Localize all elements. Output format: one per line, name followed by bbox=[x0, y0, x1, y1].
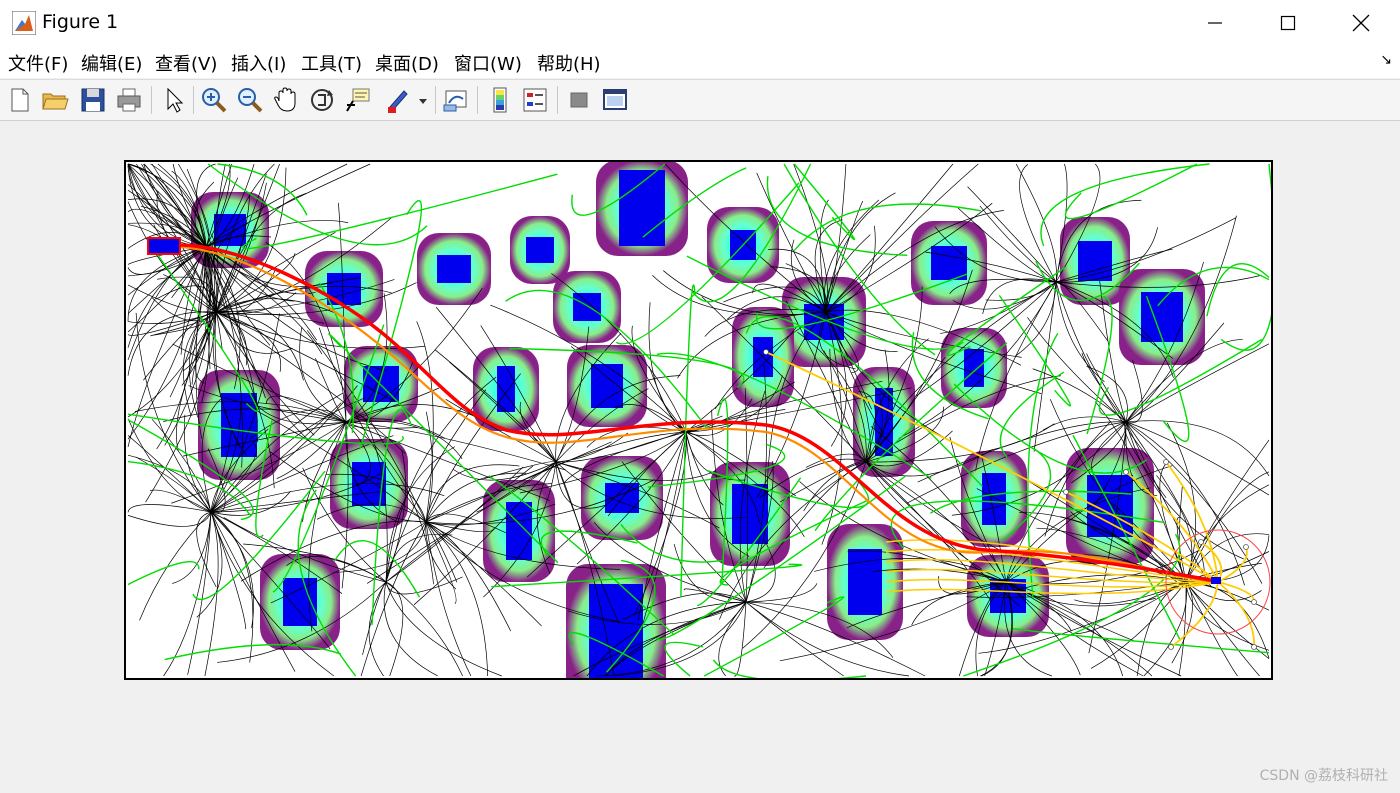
candidate-endpoint bbox=[1063, 489, 1069, 495]
tree-branch bbox=[368, 581, 387, 677]
menu-insert[interactable]: 插入(I) bbox=[231, 50, 286, 76]
colorbar-icon[interactable] bbox=[485, 85, 515, 115]
figure-axes[interactable] bbox=[124, 160, 1273, 680]
minimize-icon bbox=[1208, 22, 1222, 24]
tree-branch bbox=[127, 511, 212, 527]
new-figure-icon[interactable] bbox=[5, 85, 35, 115]
obstacle-core bbox=[848, 549, 882, 615]
tree-branch bbox=[139, 511, 212, 621]
edit-plot-arrow-icon[interactable] bbox=[159, 85, 189, 115]
candidate-endpoint bbox=[763, 349, 769, 355]
sampled-path bbox=[998, 294, 1071, 407]
title-bar: Figure 1 bbox=[0, 0, 1400, 46]
obstacle-core bbox=[526, 237, 554, 263]
tree-branch bbox=[1178, 581, 1187, 677]
candidate-endpoint bbox=[1243, 544, 1249, 550]
path-planning-plot bbox=[127, 162, 1271, 678]
candidate-endpoint bbox=[1168, 644, 1174, 650]
menu-tools[interactable]: 工具(T) bbox=[301, 50, 362, 76]
hide-plot-tools-icon[interactable] bbox=[564, 85, 594, 115]
menu-file[interactable]: 文件(F) bbox=[8, 50, 68, 76]
brush-dropdown-icon[interactable] bbox=[415, 85, 431, 115]
tree-branch bbox=[1185, 581, 1260, 677]
sampled-path bbox=[664, 641, 704, 677]
close-icon bbox=[1352, 14, 1370, 32]
obstacle-core bbox=[982, 473, 1006, 525]
print-icon[interactable] bbox=[114, 85, 144, 115]
matlab-logo-icon bbox=[12, 11, 36, 35]
menu-window[interactable]: 窗口(W) bbox=[454, 50, 522, 76]
maximize-icon bbox=[1280, 15, 1296, 31]
candidate-endpoint bbox=[1163, 459, 1169, 465]
open-file-icon[interactable] bbox=[40, 85, 70, 115]
tree-branch bbox=[718, 601, 747, 677]
obstacle-core bbox=[931, 246, 967, 280]
menu-bar: 文件(F) 编辑(E) 查看(V) 插入(I) 工具(T) 桌面(D) 窗口(W… bbox=[0, 46, 1400, 78]
minimize-button[interactable] bbox=[1180, 0, 1250, 46]
zoom-out-icon[interactable] bbox=[235, 85, 265, 115]
candidate-endpoint bbox=[1251, 599, 1257, 605]
menu-desktop[interactable]: 桌面(D) bbox=[375, 50, 439, 76]
legend-icon[interactable] bbox=[520, 85, 550, 115]
watermark: CSDN @荔枝科研社 bbox=[1259, 768, 1388, 784]
candidate-endpoint bbox=[1251, 644, 1257, 650]
menu-view[interactable]: 查看(V) bbox=[155, 50, 217, 76]
zoom-in-icon[interactable] bbox=[199, 85, 229, 115]
obstacle-core bbox=[619, 170, 665, 246]
menu-help[interactable]: 帮助(H) bbox=[537, 50, 601, 76]
data-cursor-icon[interactable] bbox=[343, 85, 373, 115]
link-plot-icon[interactable] bbox=[441, 85, 471, 115]
obstacle-core bbox=[283, 578, 317, 626]
tree-branch bbox=[1033, 281, 1057, 452]
candidate-path bbox=[1217, 546, 1248, 583]
obstacle-core bbox=[964, 349, 984, 387]
candidate-endpoint bbox=[1198, 539, 1204, 545]
obstacle-core bbox=[573, 293, 601, 321]
toolbar-separator bbox=[557, 86, 558, 114]
sampled-path bbox=[1064, 163, 1198, 220]
tree-branch bbox=[1185, 439, 1270, 583]
obstacle-core bbox=[437, 255, 471, 283]
tree-branch bbox=[1015, 163, 1057, 283]
sampled-path bbox=[1206, 263, 1270, 317]
menu-edit[interactable]: 编辑(E) bbox=[81, 50, 142, 76]
toolbar-separator bbox=[193, 86, 194, 114]
show-plot-tools-icon[interactable] bbox=[600, 85, 630, 115]
start-vehicle bbox=[147, 237, 181, 255]
close-button[interactable] bbox=[1326, 0, 1396, 46]
save-icon[interactable] bbox=[78, 85, 108, 115]
tree-branch bbox=[1032, 368, 1127, 423]
maximize-button[interactable] bbox=[1253, 0, 1323, 46]
sampled-path bbox=[1220, 163, 1271, 351]
toolbar-separator bbox=[435, 86, 436, 114]
toolbar-separator bbox=[477, 86, 478, 114]
pan-hand-icon[interactable] bbox=[271, 85, 301, 115]
tree-branch bbox=[416, 321, 434, 523]
tree-branch bbox=[172, 511, 212, 584]
rotate-3d-icon[interactable] bbox=[307, 85, 337, 115]
window-title: Figure 1 bbox=[42, 11, 119, 33]
tree-branch bbox=[648, 302, 687, 433]
brush-icon[interactable] bbox=[382, 85, 412, 115]
obstacle-core bbox=[1078, 241, 1112, 281]
candidate-endpoint bbox=[1123, 469, 1129, 475]
toolbar-separator bbox=[151, 86, 152, 114]
tree-branch bbox=[215, 311, 293, 354]
sampled-path bbox=[1086, 295, 1113, 435]
goal-vehicle bbox=[1211, 577, 1221, 584]
obstacle-core bbox=[506, 502, 532, 560]
obstacle-core bbox=[363, 366, 399, 402]
tree-branch bbox=[1171, 581, 1193, 664]
tree-branch bbox=[127, 504, 212, 513]
tree-branch bbox=[215, 311, 282, 372]
tree-branch bbox=[1042, 416, 1127, 431]
dock-arrow-icon[interactable]: ↘ bbox=[1380, 52, 1392, 68]
figure-toolbar bbox=[0, 79, 1400, 121]
